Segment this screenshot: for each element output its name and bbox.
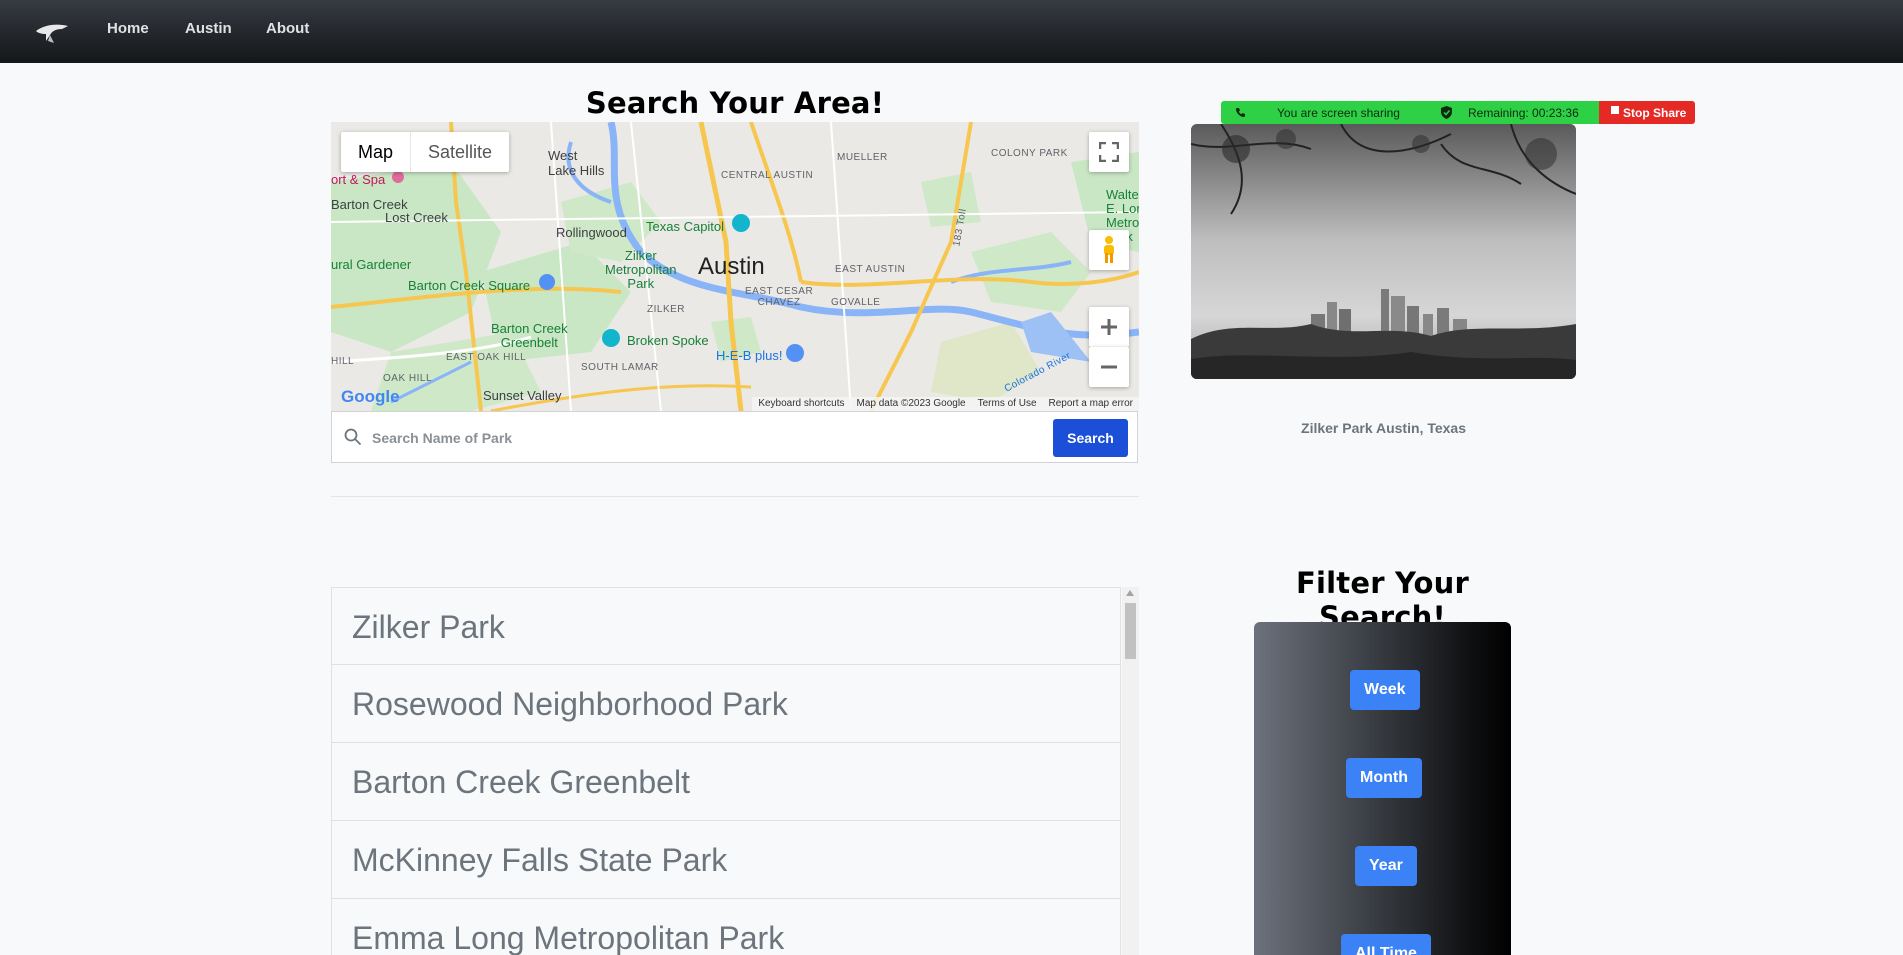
map-label: Rollingwood <box>556 225 627 240</box>
screen-share-text: You are screen sharing <box>1277 106 1400 120</box>
map-label: EAST OAK HILL <box>446 352 527 363</box>
nav-austin[interactable]: Austin <box>185 20 232 37</box>
terms-of-use-link[interactable]: Terms of Use <box>978 397 1037 411</box>
report-map-error-link[interactable]: Report a map error <box>1049 397 1133 411</box>
keyboard-shortcuts-link[interactable]: Keyboard shortcuts <box>758 397 844 411</box>
fullscreen-icon[interactable] <box>1089 132 1129 172</box>
divider <box>331 496 1139 497</box>
map-label: Austin <box>698 253 765 280</box>
eagle-logo-icon[interactable] <box>34 17 70 45</box>
navbar: Home Austin About <box>0 0 1903 63</box>
park-list-item[interactable]: Barton Creek Greenbelt <box>331 743 1121 821</box>
map-label: GOVALLE <box>831 297 881 308</box>
filter-week-button[interactable]: Week <box>1350 670 1420 710</box>
park-photo <box>1191 124 1576 379</box>
park-list[interactable]: Zilker Park Rosewood Neighborhood Park B… <box>331 587 1139 955</box>
phone-icon <box>1236 108 1245 117</box>
park-list-item[interactable]: Emma Long Metropolitan Park <box>331 899 1121 955</box>
google-logo: Google <box>341 387 400 406</box>
map-label: EAST AUSTIN <box>835 264 906 275</box>
nav-home[interactable]: Home <box>107 20 149 37</box>
zoom-out-icon[interactable] <box>1089 347 1129 387</box>
map-label: ural Gardener <box>331 257 412 272</box>
map-label: COLONY PARK <box>991 148 1068 159</box>
stop-icon <box>1611 106 1619 114</box>
map-label: West Lake Hills <box>548 148 605 178</box>
screen-share-status: You are screen sharing Remaining: 00:23:… <box>1221 101 1599 124</box>
map[interactable]: West Lake Hills MUELLER COLONY PARK CENT… <box>331 122 1139 411</box>
shield-icon <box>1441 106 1452 119</box>
map-label: MUELLER <box>837 152 888 163</box>
scroll-up-icon[interactable] <box>1126 590 1134 596</box>
map-label: Barton Creek Square <box>408 278 531 293</box>
map-label: Barton Creek Greenbelt <box>491 321 568 350</box>
map-label: HILL <box>331 356 355 367</box>
nav-about[interactable]: About <box>266 20 309 37</box>
filter-all-time-button[interactable]: All Time <box>1341 934 1431 955</box>
park-list-scrollbar[interactable] <box>1122 587 1139 955</box>
map-type-map[interactable]: Map <box>341 132 412 172</box>
photo-caption: Zilker Park Austin, Texas <box>1301 420 1466 436</box>
screen-share-bar: You are screen sharing Remaining: 00:23:… <box>1221 101 1695 124</box>
park-list-item[interactable]: Zilker Park <box>331 587 1121 665</box>
map-footer: Keyboard shortcuts Map data ©2023 Google… <box>752 397 1139 411</box>
map-label: SOUTH LAMAR <box>581 362 659 373</box>
zoom-in-icon[interactable] <box>1089 307 1129 347</box>
search-title: Search Your Area! <box>585 86 885 120</box>
park-list-item[interactable]: Rosewood Neighborhood Park <box>331 665 1121 743</box>
map-label: Sunset Valley <box>483 388 562 403</box>
filter-panel: Week Month Year All Time <box>1254 622 1511 955</box>
park-list-item[interactable]: McKinney Falls State Park <box>331 821 1121 899</box>
map-data-text: Map data ©2023 Google <box>856 398 966 409</box>
search-button[interactable]: Search <box>1053 419 1128 457</box>
stop-share-button[interactable]: Stop Share <box>1599 101 1695 124</box>
map-label: EAST CESAR CHAVEZ <box>745 286 814 308</box>
map-label: Zilker Metropolitan Park <box>605 248 677 291</box>
map-label: Texas Capitol <box>646 219 725 234</box>
map-label: CENTRAL AUSTIN <box>721 170 814 181</box>
search-icon <box>344 428 362 446</box>
map-label: Broken Spoke <box>627 333 709 348</box>
search-bar: Search <box>331 411 1138 463</box>
pegman-icon[interactable] <box>1089 230 1129 270</box>
map-type-satellite[interactable]: Satellite <box>411 132 509 172</box>
map-label: OAK HILL <box>383 373 433 384</box>
map-label: ort & Spa <box>331 172 386 187</box>
filter-month-button[interactable]: Month <box>1346 758 1422 798</box>
map-label: ZILKER <box>647 304 686 315</box>
screen-share-remaining: Remaining: 00:23:36 <box>1468 106 1579 120</box>
map-label: Lost Creek <box>385 210 448 225</box>
scroll-thumb[interactable] <box>1125 603 1136 659</box>
stop-share-label: Stop Share <box>1623 106 1687 120</box>
map-type-control: Map Satellite <box>341 132 510 172</box>
map-label: H-E-B plus! <box>716 348 783 363</box>
filter-year-button[interactable]: Year <box>1355 846 1417 886</box>
park-search-input[interactable] <box>370 422 1014 454</box>
